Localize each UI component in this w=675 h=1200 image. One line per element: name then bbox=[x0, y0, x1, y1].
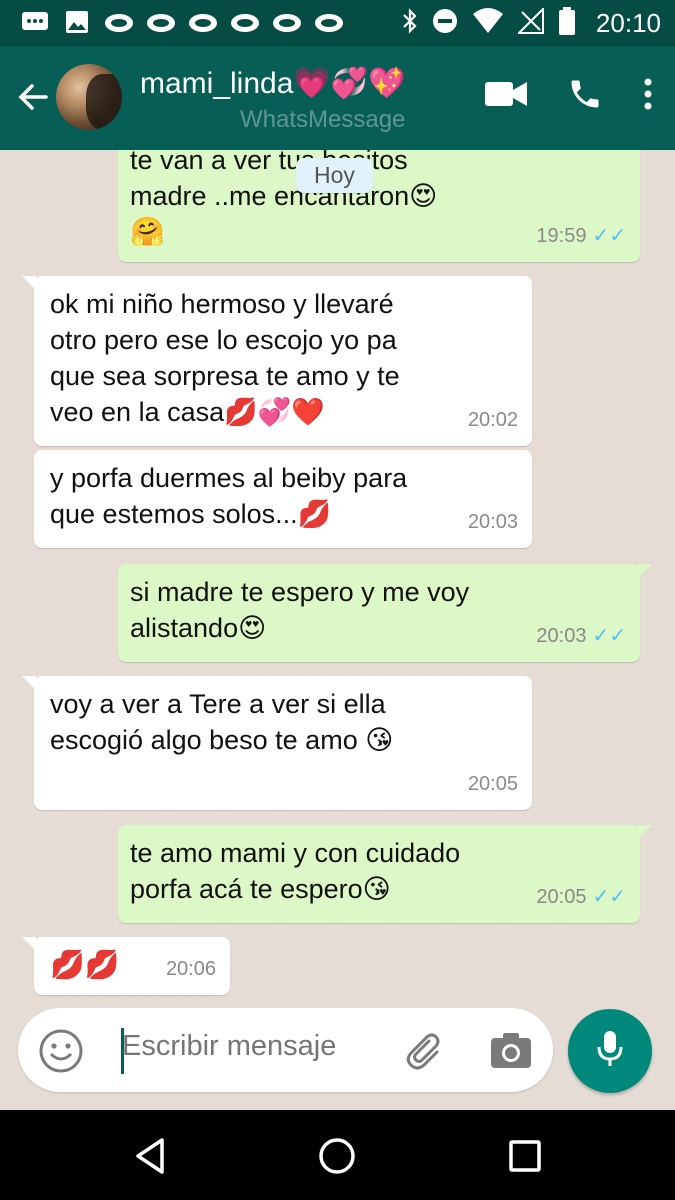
message-outgoing[interactable]: te van a ver tus besitos madre ..me enca… bbox=[118, 150, 640, 262]
message-time: 20:06 bbox=[165, 958, 216, 980]
camera-icon[interactable] bbox=[488, 1028, 534, 1074]
microphone-button[interactable] bbox=[568, 1009, 652, 1093]
message-input[interactable] bbox=[122, 1030, 392, 1063]
message-incoming[interactable]: ok mi niño hermoso y llevaré otro pero e… bbox=[22, 276, 532, 446]
message-icon bbox=[20, 8, 50, 36]
date-chip: Hoy bbox=[296, 158, 373, 193]
cloud-icon bbox=[104, 8, 134, 36]
status-bar-system: 20:10 bbox=[402, 6, 661, 41]
message-text: si madre te espero y me voy alistando😍 bbox=[130, 577, 470, 643]
message-incoming[interactable]: voy a ver a Tere a ver si ella escogió a… bbox=[22, 676, 532, 810]
message-meta: 20:06 bbox=[166, 951, 216, 987]
bubble-tail bbox=[22, 276, 36, 290]
microphone-icon bbox=[595, 1029, 625, 1074]
message-composer bbox=[18, 1008, 553, 1092]
read-receipt-icon: ✓✓ bbox=[592, 886, 626, 908]
message-incoming[interactable]: y porfa duermes al beiby para que estemo… bbox=[34, 450, 532, 548]
dnd-icon bbox=[432, 8, 458, 39]
image-icon bbox=[62, 8, 92, 36]
read-receipt-icon: ✓✓ bbox=[592, 225, 626, 247]
read-receipt-icon: ✓✓ bbox=[592, 625, 626, 647]
message-meta: 19:59 ✓✓ bbox=[536, 218, 626, 254]
battery-icon bbox=[558, 6, 576, 41]
message-time: 20:05 bbox=[536, 886, 587, 908]
message-outgoing[interactable]: si madre te espero y me voy alistando😍 2… bbox=[118, 564, 652, 662]
message-time: 19:59 bbox=[536, 225, 587, 247]
bluetooth-icon bbox=[402, 8, 418, 39]
clock: 20:10 bbox=[595, 8, 661, 38]
cloud-icon bbox=[146, 8, 176, 36]
more-icon[interactable] bbox=[643, 78, 653, 115]
message-meta: 20:02 bbox=[468, 402, 518, 438]
back-triangle-icon[interactable] bbox=[128, 1134, 172, 1178]
message-meta: 20:05 bbox=[468, 766, 518, 802]
message-text: madre ..me encantaron😍 bbox=[130, 181, 438, 211]
back-arrow-icon[interactable] bbox=[16, 80, 50, 114]
chat-subtitle: WhatsMessage bbox=[240, 106, 406, 133]
recents-square-icon[interactable] bbox=[503, 1134, 547, 1178]
chat-header: mami_linda💗💞💖 WhatsMessage bbox=[0, 46, 675, 150]
message-text: voy a ver a Tere a ver si ella escogió a… bbox=[50, 689, 394, 755]
message-text: ok mi niño hermoso y llevaré otro pero e… bbox=[50, 289, 400, 427]
message-time: 20:03 bbox=[536, 625, 587, 647]
message-incoming[interactable]: 💋💋 20:06 bbox=[22, 937, 230, 995]
status-bar: 20:10 bbox=[0, 0, 675, 46]
message-meta: 20:05 ✓✓ bbox=[536, 879, 626, 915]
cloud-icon bbox=[230, 8, 260, 36]
system-nav-bar bbox=[0, 1110, 675, 1200]
contact-avatar[interactable] bbox=[56, 64, 122, 130]
bubble-tail bbox=[22, 676, 36, 690]
emoji-icon[interactable] bbox=[38, 1028, 84, 1074]
status-bar-notifications bbox=[20, 8, 344, 36]
message-time: 20:03 bbox=[467, 511, 518, 533]
bubble-tail bbox=[638, 564, 652, 578]
message-text: te van a ver tus besitos bbox=[130, 150, 408, 175]
bubble-tail bbox=[22, 937, 36, 951]
bubble-tail bbox=[638, 825, 652, 839]
contact-name[interactable]: mami_linda💗💞💖 bbox=[140, 66, 405, 101]
message-time: 20:05 bbox=[467, 773, 518, 795]
cloud-icon bbox=[314, 8, 344, 36]
message-time: 20:02 bbox=[467, 409, 518, 431]
message-meta: 20:03 bbox=[468, 504, 518, 540]
signal-icon bbox=[516, 6, 544, 39]
cloud-icon bbox=[272, 8, 302, 36]
message-list[interactable]: te van a ver tus besitos madre ..me enca… bbox=[0, 150, 675, 1000]
wifi-icon bbox=[472, 8, 504, 39]
cloud-icon bbox=[188, 8, 218, 36]
phone-icon[interactable] bbox=[567, 76, 603, 117]
video-call-icon[interactable] bbox=[485, 80, 527, 113]
message-text: te amo mami y con cuidado porfa acá te e… bbox=[130, 838, 461, 904]
home-circle-icon[interactable] bbox=[315, 1134, 359, 1178]
header-actions bbox=[485, 76, 653, 117]
message-outgoing[interactable]: te amo mami y con cuidado porfa acá te e… bbox=[118, 825, 652, 923]
paperclip-icon[interactable] bbox=[403, 1028, 449, 1074]
message-text: y porfa duermes al beiby para que estemo… bbox=[50, 463, 408, 529]
message-meta: 20:03 ✓✓ bbox=[536, 618, 626, 654]
